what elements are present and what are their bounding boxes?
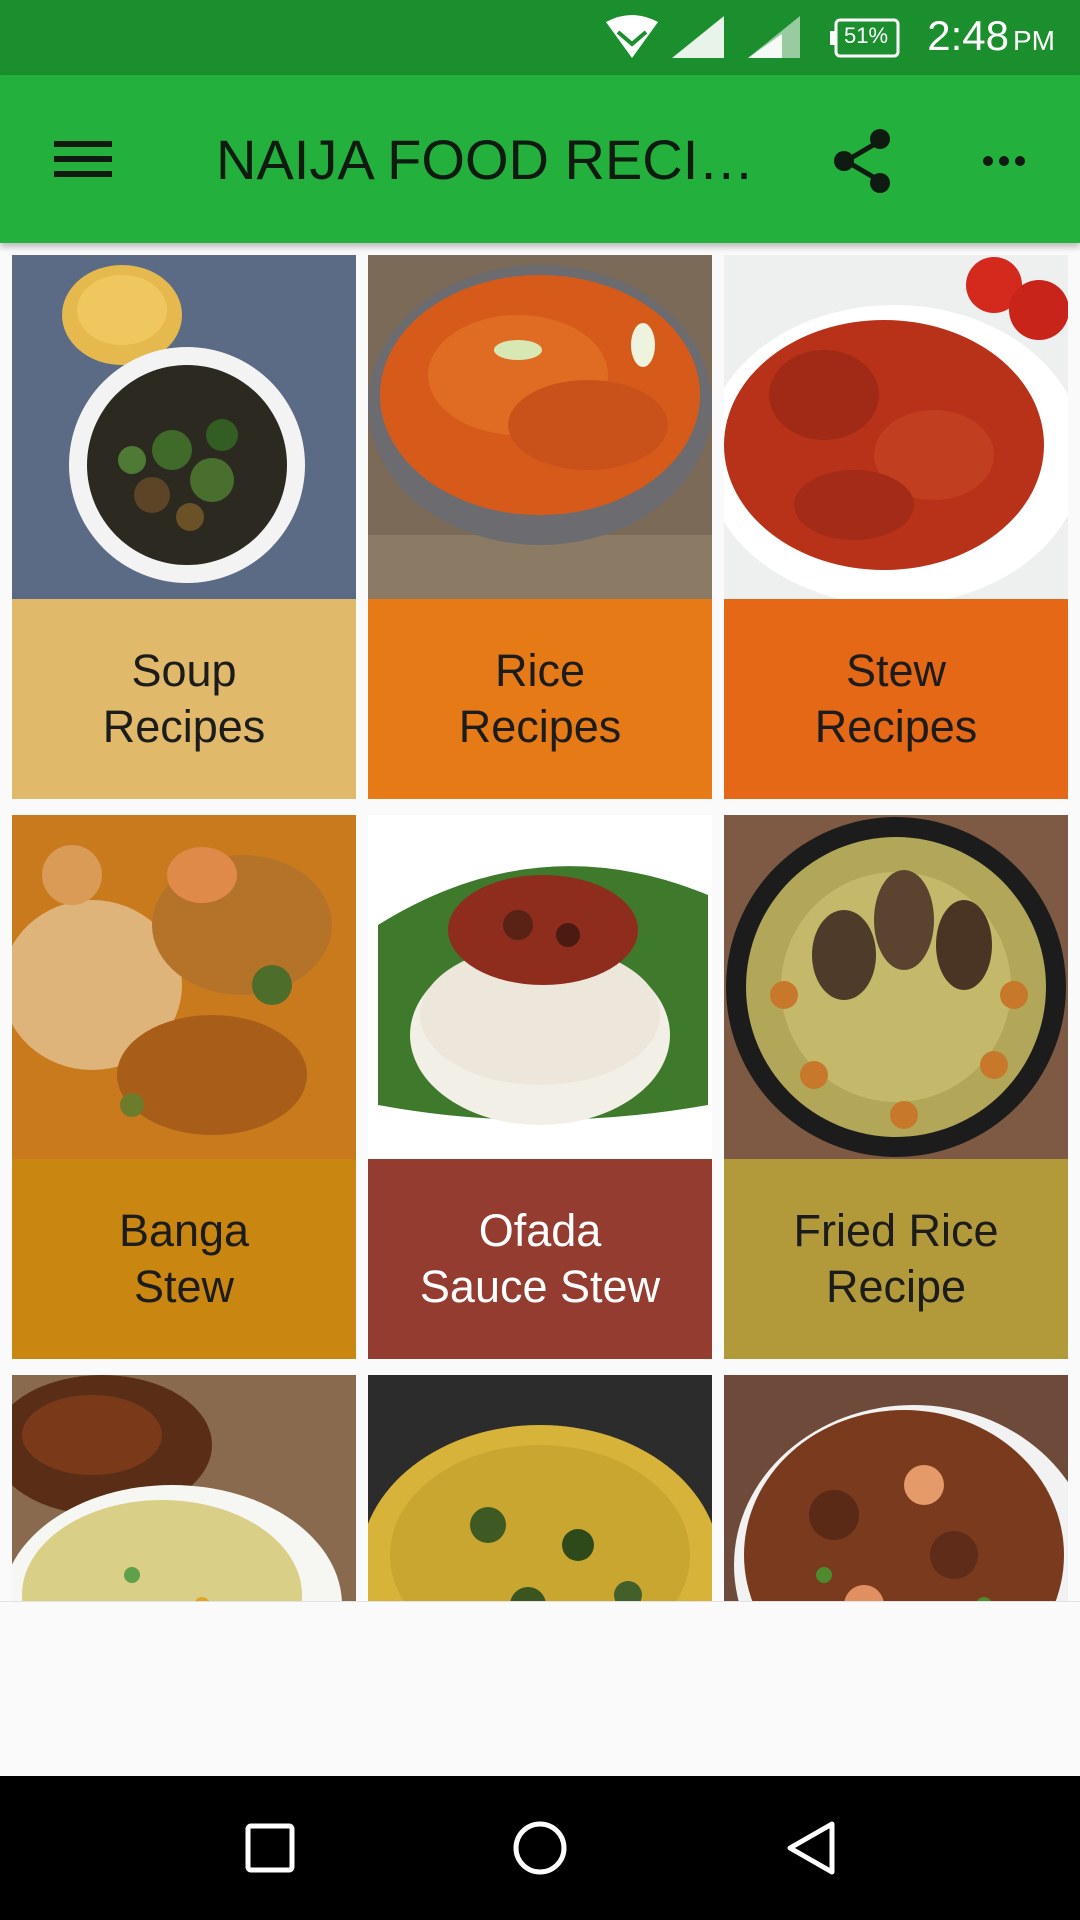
tile-label: Ofada Sauce Stew [368,1159,712,1359]
home-button[interactable] [490,1798,590,1898]
seafood-stew-photo [724,1375,1068,1601]
page-title: NAIJA FOOD RECI… [216,128,755,191]
hamburger-icon [54,141,112,177]
signal-icon [672,16,724,58]
overflow-menu-button[interactable] [960,117,1048,205]
battery-icon: 51% [830,18,902,58]
wifi-icon [606,15,658,58]
recipe-tile-rice[interactable]: Rice Recipes [368,255,712,799]
recipe-tile-banga[interactable]: Banga Stew [12,815,356,1359]
banga-photo [12,815,356,1159]
ofada-photo [368,815,712,1159]
recipe-tile-8[interactable] [368,1375,712,1601]
signal-2-icon [748,16,800,58]
recipe-grid: Soup Recipes Rice Recipes Stew Recipes B… [0,243,1080,1601]
circle-icon [513,1821,567,1875]
fried-rice-photo [724,815,1068,1159]
back-triangle-icon [787,1821,835,1875]
tile-label: Banga Stew [12,1159,356,1359]
clock-ampm: PM [1013,25,1055,56]
recipe-tile-fried-rice[interactable]: Fried Rice Recipe [724,815,1068,1359]
battery-level: 51% [844,23,889,48]
status-bar: 51% 2:48 PM [0,0,1080,75]
square-icon [245,1823,295,1873]
menu-button[interactable] [36,119,132,199]
fried-rice-chicken-photo [12,1375,356,1601]
share-icon [834,129,890,193]
soup-photo [12,255,356,599]
recipe-tile-stew[interactable]: Stew Recipes [724,255,1068,799]
navigation-bar [0,1776,1080,1920]
recipe-tile-soup[interactable]: Soup Recipes [12,255,356,799]
empty-area [0,1601,1080,1776]
vegetable-rice-photo [368,1375,712,1601]
tile-label: Soup Recipes [12,599,356,799]
back-button[interactable] [760,1798,860,1898]
tile-label: Fried Rice Recipe [724,1159,1068,1359]
share-button[interactable] [820,117,908,205]
more-dots-icon [983,156,1025,166]
clock-time: 2:48 [927,12,1009,59]
tile-label: Stew Recipes [724,599,1068,799]
rice-photo [368,255,712,599]
clock: 2:48 PM [927,12,1055,60]
stew-photo [724,255,1068,599]
recipe-tile-ofada[interactable]: Ofada Sauce Stew [368,815,712,1359]
recipe-tile-9[interactable] [724,1375,1068,1601]
recipe-tile-7[interactable] [12,1375,356,1601]
app-bar: NAIJA FOOD RECI… [0,75,1080,243]
recent-apps-button[interactable] [220,1798,320,1898]
tile-label: Rice Recipes [368,599,712,799]
